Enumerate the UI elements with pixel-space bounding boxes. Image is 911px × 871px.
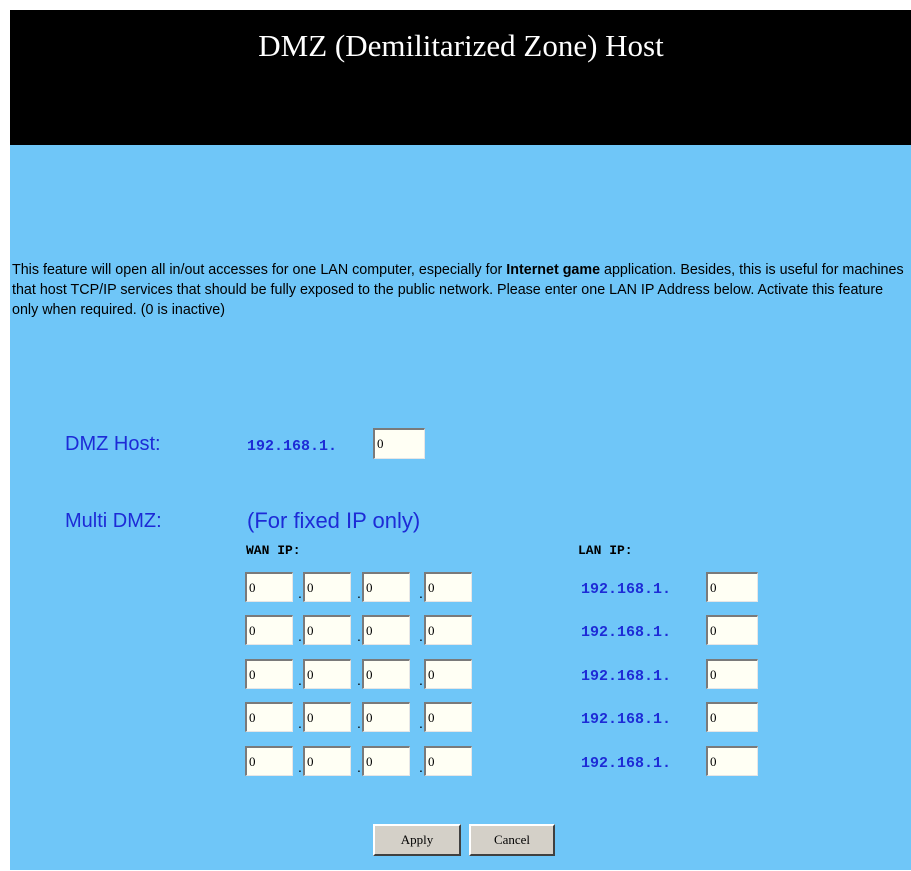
- wan-ip-octet-4[interactable]: [424, 659, 472, 689]
- wan-ip-octet-1[interactable]: [245, 572, 293, 602]
- wan-ip-octet-3[interactable]: [362, 659, 410, 689]
- multi-dmz-note: (For fixed IP only): [247, 508, 421, 533]
- feature-description: This feature will open all in/out access…: [12, 260, 908, 320]
- dmz-page: DMZ (Demilitarized Zone) Host This featu…: [10, 10, 911, 870]
- lan-ip-input[interactable]: [706, 659, 758, 689]
- wan-ip-octet-1[interactable]: [245, 746, 293, 776]
- wan-ip-octet-3[interactable]: [362, 746, 410, 776]
- dmz-host-input[interactable]: [373, 428, 425, 459]
- wan-ip-octet-2[interactable]: [303, 615, 351, 645]
- dot-separator: .: [419, 715, 423, 731]
- wan-ip-octet-2[interactable]: [303, 659, 351, 689]
- description-text-1: This feature will open all in/out access…: [12, 262, 507, 278]
- dot-separator: .: [298, 715, 302, 731]
- lan-ip-prefix: 192.168.1.: [581, 624, 672, 641]
- dot-separator: .: [419, 759, 423, 775]
- dot-separator: .: [298, 585, 302, 601]
- page-header: DMZ (Demilitarized Zone) Host: [10, 10, 911, 145]
- page-title: DMZ (Demilitarized Zone) Host: [258, 28, 664, 63]
- dot-separator: .: [298, 759, 302, 775]
- dot-separator: .: [298, 628, 302, 644]
- description-bold: Internet game: [506, 262, 601, 278]
- lan-ip-prefix: 192.168.1.: [581, 581, 672, 598]
- wan-ip-octet-4[interactable]: [424, 615, 472, 645]
- wan-ip-octet-4[interactable]: [424, 572, 472, 602]
- lan-ip-prefix: 192.168.1.: [581, 755, 672, 772]
- wan-ip-header: WAN IP:: [246, 543, 301, 558]
- lan-ip-input[interactable]: [706, 615, 758, 645]
- wan-ip-octet-3[interactable]: [362, 572, 410, 602]
- lan-ip-prefix: 192.168.1.: [581, 711, 672, 728]
- wan-ip-octet-3[interactable]: [362, 702, 410, 732]
- dmz-host-prefix: 192.168.1.: [247, 438, 338, 455]
- lan-ip-header: LAN IP:: [578, 543, 633, 558]
- dot-separator: .: [357, 628, 361, 644]
- dot-separator: .: [419, 628, 423, 644]
- dot-separator: .: [357, 715, 361, 731]
- dmz-host-label: DMZ Host:: [65, 433, 161, 455]
- wan-ip-octet-1[interactable]: [245, 615, 293, 645]
- wan-ip-octet-2[interactable]: [303, 572, 351, 602]
- lan-ip-prefix: 192.168.1.: [581, 668, 672, 685]
- apply-button[interactable]: Apply: [373, 824, 461, 856]
- cancel-button[interactable]: Cancel: [469, 824, 555, 856]
- wan-ip-octet-1[interactable]: [245, 702, 293, 732]
- dot-separator: .: [357, 759, 361, 775]
- wan-ip-octet-4[interactable]: [424, 746, 472, 776]
- multi-dmz-label: Multi DMZ:: [65, 510, 162, 532]
- wan-ip-octet-1[interactable]: [245, 659, 293, 689]
- dot-separator: .: [357, 672, 361, 688]
- wan-ip-octet-2[interactable]: [303, 746, 351, 776]
- dot-separator: .: [298, 672, 302, 688]
- lan-ip-input[interactable]: [706, 746, 758, 776]
- dot-separator: .: [357, 585, 361, 601]
- wan-ip-octet-3[interactable]: [362, 615, 410, 645]
- dot-separator: .: [419, 585, 423, 601]
- wan-ip-octet-4[interactable]: [424, 702, 472, 732]
- lan-ip-input[interactable]: [706, 572, 758, 602]
- dot-separator: .: [419, 672, 423, 688]
- lan-ip-input[interactable]: [706, 702, 758, 732]
- wan-ip-octet-2[interactable]: [303, 702, 351, 732]
